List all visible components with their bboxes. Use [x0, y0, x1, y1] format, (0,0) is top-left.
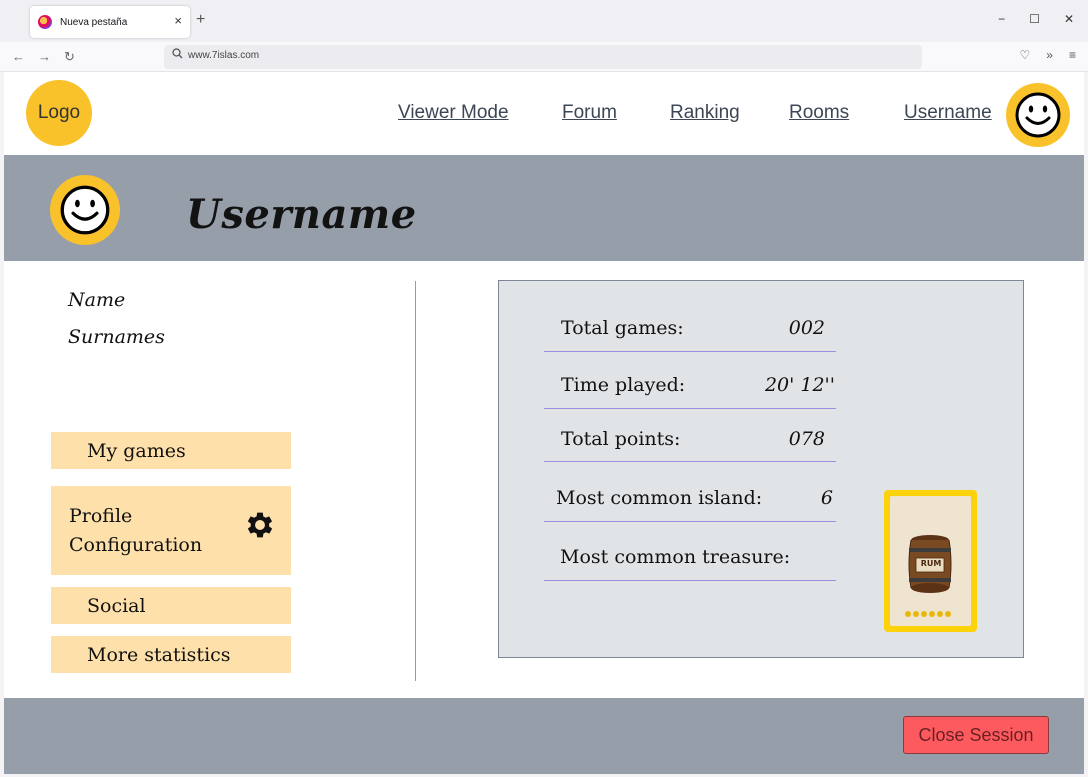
search-icon [172, 48, 183, 62]
site-footer: Close Session [4, 698, 1084, 774]
nav-ranking[interactable]: Ranking [670, 102, 740, 124]
total-games-label: Total games: [561, 317, 684, 339]
rum-label: RUM [920, 559, 942, 568]
maximize-icon[interactable]: ☐ [1029, 12, 1040, 26]
nav-forum[interactable]: Forum [562, 102, 617, 124]
tab-title: Nueva pestaña [60, 16, 128, 28]
close-window-icon[interactable]: ✕ [1064, 12, 1074, 26]
time-played-value: 20' 12'' [764, 374, 835, 396]
stat-separator [544, 580, 836, 581]
tab-close-icon[interactable]: × [174, 14, 182, 28]
gear-icon [243, 508, 277, 547]
window-controls: − ☐ ✕ [998, 12, 1074, 26]
nav-rooms[interactable]: Rooms [789, 102, 849, 124]
url-bar[interactable]: www.7islas.com [164, 45, 922, 69]
browser-tab[interactable]: Nueva pestaña × [30, 6, 190, 38]
profile-configuration-button[interactable]: Profile Configuration [51, 486, 291, 575]
overflow-icon[interactable]: » [1046, 48, 1053, 62]
new-tab-icon[interactable]: + [196, 11, 205, 29]
reload-icon[interactable]: ↻ [64, 49, 75, 65]
more-statistics-button[interactable]: More statistics [51, 636, 291, 673]
stats-panel: Total games: 002 Time played: 20' 12'' T… [498, 280, 1024, 658]
url-text: www.7islas.com [188, 50, 260, 61]
nav-viewer-mode[interactable]: Viewer Mode [398, 102, 509, 124]
profile-configuration-label: Profile Configuration [69, 504, 203, 556]
treasure-card[interactable]: RUM [884, 490, 977, 632]
most-common-island-value: 6 [820, 487, 833, 509]
toolbar-right: ♡ » ≡ [1020, 48, 1076, 62]
browser-tab-bar: Nueva pestaña × + − ☐ ✕ [0, 0, 1088, 42]
nav-username[interactable]: Username [904, 102, 992, 124]
profile-content: Name Surnames My games Profile Configura… [4, 261, 1084, 698]
surnames-label: Surnames [68, 326, 165, 348]
total-games-value: 002 [788, 317, 825, 339]
minimize-icon[interactable]: − [998, 12, 1005, 26]
website: Logo Viewer Mode Forum Ranking Rooms Use… [4, 72, 1084, 774]
name-label: Name [68, 289, 126, 311]
most-common-treasure-label: Most common treasure: [560, 546, 791, 568]
firefox-icon [38, 15, 52, 29]
close-session-button[interactable]: Close Session [903, 716, 1049, 754]
social-button[interactable]: Social [51, 587, 291, 624]
social-label: Social [87, 594, 146, 617]
time-played-label: Time played: [561, 374, 686, 396]
stat-separator [544, 408, 836, 409]
my-games-label: My games [87, 439, 186, 462]
my-games-button[interactable]: My games [51, 432, 291, 469]
stat-separator [544, 461, 836, 462]
profile-banner: Username [4, 155, 1084, 261]
menu-icon[interactable]: ≡ [1069, 48, 1076, 62]
profile-username: Username [186, 191, 417, 238]
stat-separator [544, 351, 836, 352]
site-logo[interactable]: Logo [26, 80, 92, 146]
back-icon[interactable]: ← [12, 49, 25, 64]
pocket-icon[interactable]: ♡ [1020, 48, 1031, 62]
profile-avatar-icon [50, 175, 120, 245]
header-avatar-icon[interactable] [1006, 83, 1070, 147]
vertical-divider [415, 281, 416, 681]
treasure-card-face: RUM [890, 496, 971, 626]
site-header: Logo Viewer Mode Forum Ranking Rooms Use… [4, 72, 1084, 155]
total-points-label: Total points: [561, 428, 681, 450]
total-points-value: 078 [788, 428, 825, 450]
more-statistics-label: More statistics [87, 643, 231, 666]
browser-nav-bar: ← → ↻ www.7islas.com ♡ » ≡ [0, 42, 1088, 72]
stat-separator [544, 521, 836, 522]
forward-icon[interactable]: → [38, 49, 51, 64]
